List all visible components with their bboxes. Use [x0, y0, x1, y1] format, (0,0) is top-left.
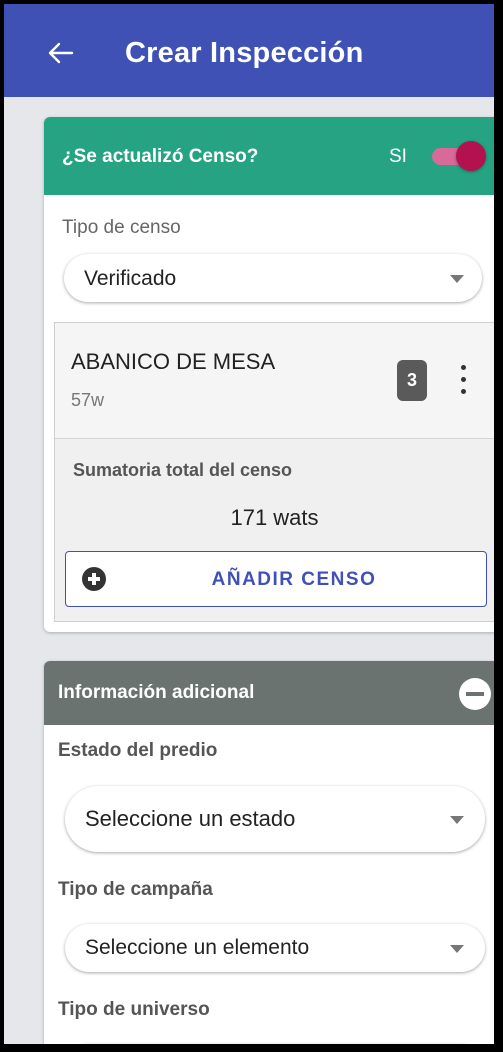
- census-type-select[interactable]: Verificado: [64, 254, 482, 302]
- quantity-badge: 3: [397, 360, 427, 401]
- app-bar: Crear Inspección: [4, 4, 494, 97]
- additional-info-title: Información adicional: [58, 682, 255, 703]
- census-type-value: Verificado: [84, 267, 177, 290]
- universe-type-label: Tipo de universo: [58, 999, 210, 1020]
- add-census-button[interactable]: AÑADIR CENSO: [65, 551, 487, 607]
- census-card: ¿Se actualizó Censo? SI Tipo de censo Ve…: [44, 117, 494, 632]
- campaign-type-value: Seleccione un elemento: [85, 936, 310, 959]
- toggle-thumb: [456, 141, 486, 171]
- census-type-label: Tipo de censo: [62, 217, 181, 238]
- more-options-icon[interactable]: [455, 363, 471, 397]
- additional-info-header: Información adicional: [44, 661, 494, 725]
- collapse-minus-icon[interactable]: [459, 678, 491, 710]
- census-item-box: ABANICO DE MESA 57w 3 Sumatoria total de…: [54, 322, 494, 622]
- screen-frame: Crear Inspección ¿Se actualizó Censo? SI…: [0, 0, 503, 1052]
- chevron-down-icon: [450, 275, 464, 283]
- property-state-label: Estado del predio: [58, 740, 218, 761]
- census-item-watts: 57w: [71, 390, 105, 410]
- census-sum-value: 171 wats: [230, 505, 319, 530]
- property-state-value: Seleccione un estado: [85, 806, 296, 831]
- census-item: ABANICO DE MESA 57w 3: [55, 323, 494, 439]
- census-item-name: ABANICO DE MESA: [71, 349, 276, 374]
- chevron-down-icon: [450, 945, 464, 953]
- arrow-left-icon: [48, 42, 74, 64]
- census-header: ¿Se actualizó Censo? SI: [44, 117, 494, 195]
- universe-type-select[interactable]: [65, 1044, 485, 1052]
- census-question: ¿Se actualizó Censo?: [62, 146, 259, 167]
- add-census-label: AÑADIR CENSO: [211, 569, 377, 590]
- back-button[interactable]: [46, 38, 76, 68]
- campaign-type-select[interactable]: Seleccione un elemento: [65, 924, 485, 972]
- census-sum-label: Sumatoria total del censo: [73, 460, 293, 480]
- page-title: Crear Inspección: [125, 37, 364, 69]
- campaign-type-label: Tipo de campaña: [58, 879, 213, 900]
- property-state-select[interactable]: Seleccione un estado: [65, 786, 485, 852]
- census-switch-label: SI: [389, 146, 407, 167]
- additional-info-card: Información adicional Estado del predio …: [44, 661, 494, 1052]
- census-updated-toggle[interactable]: [432, 141, 490, 171]
- chevron-down-icon: [450, 816, 464, 824]
